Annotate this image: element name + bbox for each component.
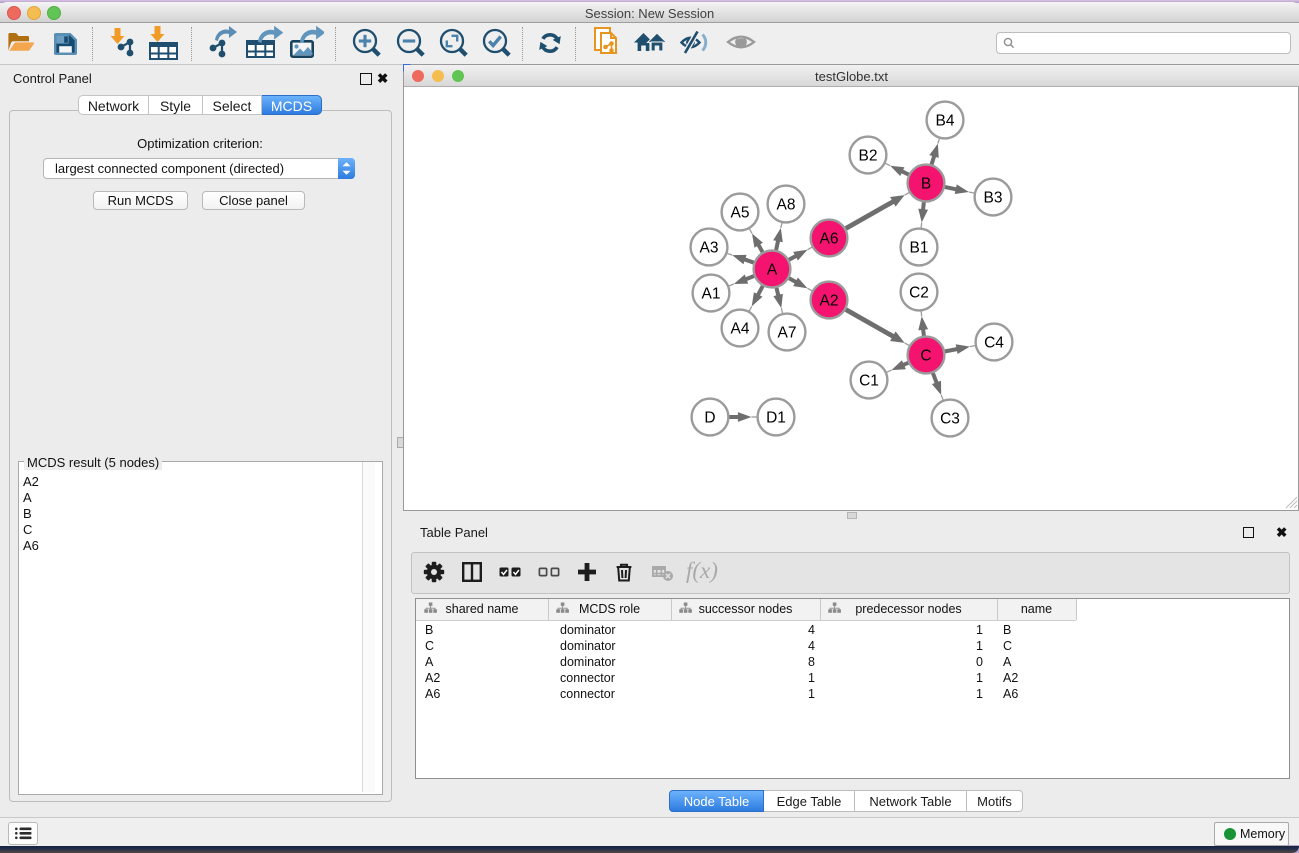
svg-text:C4: C4	[984, 335, 1004, 352]
svg-text:A5: A5	[731, 205, 750, 222]
svg-text:C3: C3	[940, 411, 960, 428]
svg-text:A7: A7	[778, 325, 797, 342]
svg-text:A3: A3	[700, 240, 719, 257]
svg-text:B4: B4	[936, 113, 955, 130]
svg-text:A2: A2	[820, 293, 839, 310]
svg-text:C1: C1	[859, 373, 879, 390]
svg-text:A: A	[767, 262, 778, 279]
svg-text:A1: A1	[702, 286, 721, 303]
svg-text:A4: A4	[731, 321, 750, 338]
svg-text:B2: B2	[859, 148, 878, 165]
svg-text:C2: C2	[909, 285, 929, 302]
svg-text:B3: B3	[984, 190, 1003, 207]
svg-text:A8: A8	[777, 197, 796, 214]
svg-text:D1: D1	[766, 410, 786, 427]
svg-text:B: B	[921, 176, 931, 193]
svg-text:A6: A6	[820, 231, 839, 248]
svg-text:B1: B1	[910, 240, 929, 257]
svg-text:D: D	[704, 410, 715, 427]
svg-text:C: C	[920, 348, 931, 365]
